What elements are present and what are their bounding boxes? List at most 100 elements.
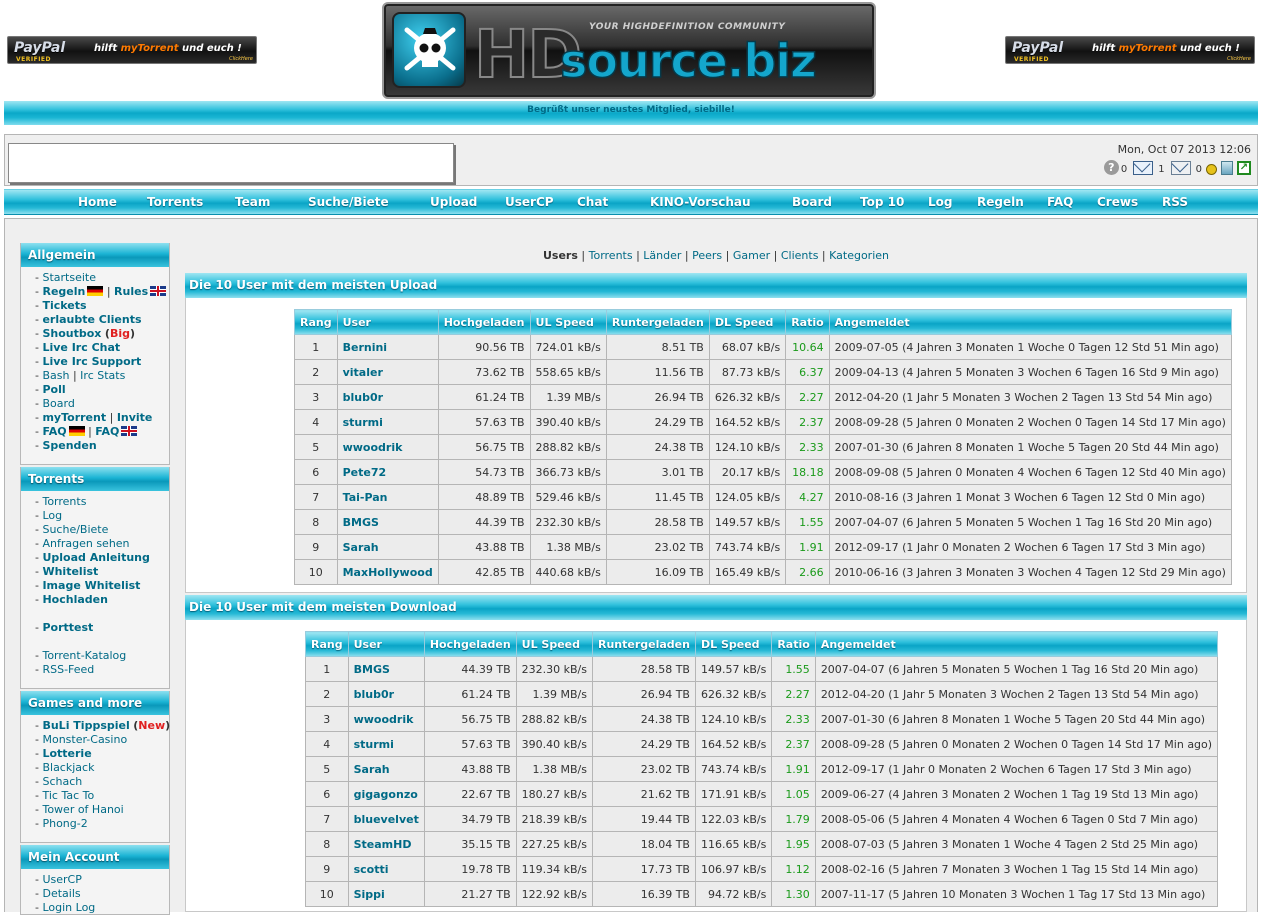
sidebar-item-mytorrent[interactable]: myTorrent <box>42 411 106 424</box>
column-header[interactable]: UL Speed <box>529 309 607 335</box>
subnav-kategorien[interactable]: Kategorien <box>829 249 889 262</box>
nav-regeln[interactable]: Regeln <box>977 195 1024 209</box>
column-header[interactable]: User <box>336 309 439 335</box>
user-link[interactable]: sturmi <box>336 409 439 435</box>
column-header[interactable]: Ratio <box>771 631 816 657</box>
user-link[interactable]: vitaler <box>336 359 439 385</box>
sidebar-item-account-0[interactable]: UserCP <box>42 873 81 886</box>
sidebar-item-games-3[interactable]: Schach <box>42 775 82 788</box>
nav-kino-vorschau[interactable]: KINO-Vorschau <box>650 195 751 209</box>
sidebar-item-spenden[interactable]: Spenden <box>42 439 96 452</box>
mail-outbox-icon[interactable] <box>1170 161 1191 175</box>
column-header[interactable]: DL Speed <box>708 309 787 335</box>
user-link[interactable]: wwoodrik <box>336 434 439 460</box>
sidebar-item-clients[interactable]: erlaubte Clients <box>42 313 141 326</box>
sidebar-item-torrents-11[interactable]: Torrent-Katalog <box>42 649 126 662</box>
column-header[interactable]: Angemeldet <box>828 309 1232 335</box>
logout-icon[interactable]: ↗ <box>1237 161 1251 175</box>
sidebar-item-board[interactable]: Board <box>42 397 74 410</box>
user-link[interactable]: SteamHD <box>347 831 425 857</box>
nav-team[interactable]: Team <box>235 195 270 209</box>
nav-log[interactable]: Log <box>928 195 952 209</box>
nav-top10[interactable]: Top 10 <box>860 195 904 209</box>
nav-suche-biete[interactable]: Suche/Biete <box>308 195 389 209</box>
mail-icon[interactable] <box>1133 161 1154 175</box>
user-link[interactable]: Sarah <box>336 534 439 560</box>
nav-torrents[interactable]: Torrents <box>147 195 203 209</box>
bonus-icon[interactable] <box>1221 161 1233 175</box>
sidebar-item-account-1[interactable]: Details <box>42 887 80 900</box>
sidebar-item-games-6[interactable]: Phong-2 <box>42 817 87 830</box>
subnav-peers[interactable]: Peers <box>692 249 722 262</box>
user-link[interactable]: Sarah <box>347 756 425 782</box>
sidebar-item-games-1[interactable]: Lotterie <box>42 747 91 760</box>
user-link[interactable]: bluevelvet <box>347 806 425 832</box>
sidebar-item-torrents-2[interactable]: Suche/Biete <box>42 523 108 536</box>
subnav-clients[interactable]: Clients <box>781 249 819 262</box>
sidebar-item-irc-stats[interactable]: Irc Stats <box>80 369 125 382</box>
nav-upload[interactable]: Upload <box>430 195 477 209</box>
user-link[interactable]: Bernini <box>336 334 439 360</box>
sidebar-item-torrents-6[interactable]: Image Whitelist <box>42 579 140 592</box>
sidebar-item-irc-support[interactable]: Live Irc Support <box>42 355 141 368</box>
sidebar-item-torrents-5[interactable]: Whitelist <box>42 565 98 578</box>
sidebar-item-buli[interactable]: BuLi Tippspiel <box>42 719 129 732</box>
nav-home[interactable]: Home <box>78 195 117 209</box>
column-header[interactable]: DL Speed <box>694 631 773 657</box>
site-logo[interactable]: HD YOUR HIGHDEFINITION COMMUNITY source.… <box>382 2 876 99</box>
column-header[interactable]: Hochgeladen <box>437 309 531 335</box>
user-link[interactable]: Tai-Pan <box>336 484 439 510</box>
subnav-users[interactable]: Users <box>543 249 578 262</box>
sidebar-item-invite[interactable]: Invite <box>117 411 153 424</box>
user-link[interactable]: blub0r <box>347 681 425 707</box>
sidebar-item-torrents-4[interactable]: Upload Anleitung <box>42 551 149 564</box>
sidebar-item-poll[interactable]: Poll <box>42 383 65 396</box>
column-header[interactable]: Rang <box>294 309 338 335</box>
sidebar-item-regeln[interactable]: Regeln <box>42 285 85 298</box>
sidebar-item-shoutbox[interactable]: Shoutbox <box>42 327 101 340</box>
help-icon[interactable]: ? <box>1103 160 1119 175</box>
column-header[interactable]: Rang <box>305 631 349 657</box>
sidebar-item-faq-en[interactable]: FAQ <box>95 425 119 438</box>
sidebar-item-torrents-12[interactable]: RSS-Feed <box>42 663 94 676</box>
column-header[interactable]: UL Speed <box>515 631 594 657</box>
sidebar-item-games-0[interactable]: Monster-Casino <box>42 733 127 746</box>
column-header[interactable]: Hochgeladen <box>423 631 517 657</box>
column-header[interactable]: User <box>347 631 425 657</box>
sidebar-item-games-4[interactable]: Tic Tac To <box>42 789 94 802</box>
nav-crews[interactable]: Crews <box>1097 195 1138 209</box>
column-header[interactable]: Runtergeladen <box>592 631 696 657</box>
paypal-banner-left[interactable]: PayPal VERIFIED hilft myTorrent und euch… <box>7 36 257 64</box>
paypal-banner-right[interactable]: PayPal VERIFIED hilft myTorrent und euch… <box>1005 36 1255 64</box>
subnav-laender[interactable]: Länder <box>643 249 681 262</box>
nav-faq[interactable]: FAQ <box>1047 195 1073 209</box>
user-link[interactable]: scotti <box>347 856 425 882</box>
column-header[interactable]: Angemeldet <box>814 631 1219 657</box>
smiley-icon[interactable] <box>1206 164 1217 175</box>
user-link[interactable]: blub0r <box>336 384 439 410</box>
user-link[interactable]: Pete72 <box>336 459 439 485</box>
sidebar-item-bash[interactable]: Bash <box>42 369 69 382</box>
user-link[interactable]: Sippi <box>347 881 425 907</box>
welcome-link[interactable]: Begrüßt unser neustes Mitglied, siebille… <box>527 105 735 115</box>
nav-usercp[interactable]: UserCP <box>505 195 554 209</box>
nav-chat[interactable]: Chat <box>577 195 608 209</box>
user-link[interactable]: wwoodrik <box>347 706 425 732</box>
sidebar-item-torrents-7[interactable]: Hochladen <box>42 593 107 606</box>
sidebar-item-games-2[interactable]: Blackjack <box>42 761 94 774</box>
sidebar-item-startseite[interactable]: Startseite <box>42 271 96 284</box>
sidebar-item-shoutbox-big[interactable]: Big <box>110 327 130 340</box>
sidebar-item-torrents-3[interactable]: Anfragen sehen <box>42 537 129 550</box>
sidebar-item-torrents-9[interactable]: Porttest <box>42 621 93 634</box>
subnav-gamer[interactable]: Gamer <box>733 249 770 262</box>
sidebar-item-irc-chat[interactable]: Live Irc Chat <box>42 341 120 354</box>
user-link[interactable]: BMGS <box>347 656 425 682</box>
sidebar-item-torrents-0[interactable]: Torrents <box>42 495 86 508</box>
user-link[interactable]: MaxHollywood <box>336 559 439 585</box>
column-header[interactable]: Runtergeladen <box>605 309 710 335</box>
column-header[interactable]: Ratio <box>785 309 830 335</box>
sidebar-item-tickets[interactable]: Tickets <box>42 299 86 312</box>
nav-board[interactable]: Board <box>792 195 832 209</box>
user-link[interactable]: gigagonzo <box>347 781 425 807</box>
nav-rss[interactable]: RSS <box>1162 195 1188 209</box>
